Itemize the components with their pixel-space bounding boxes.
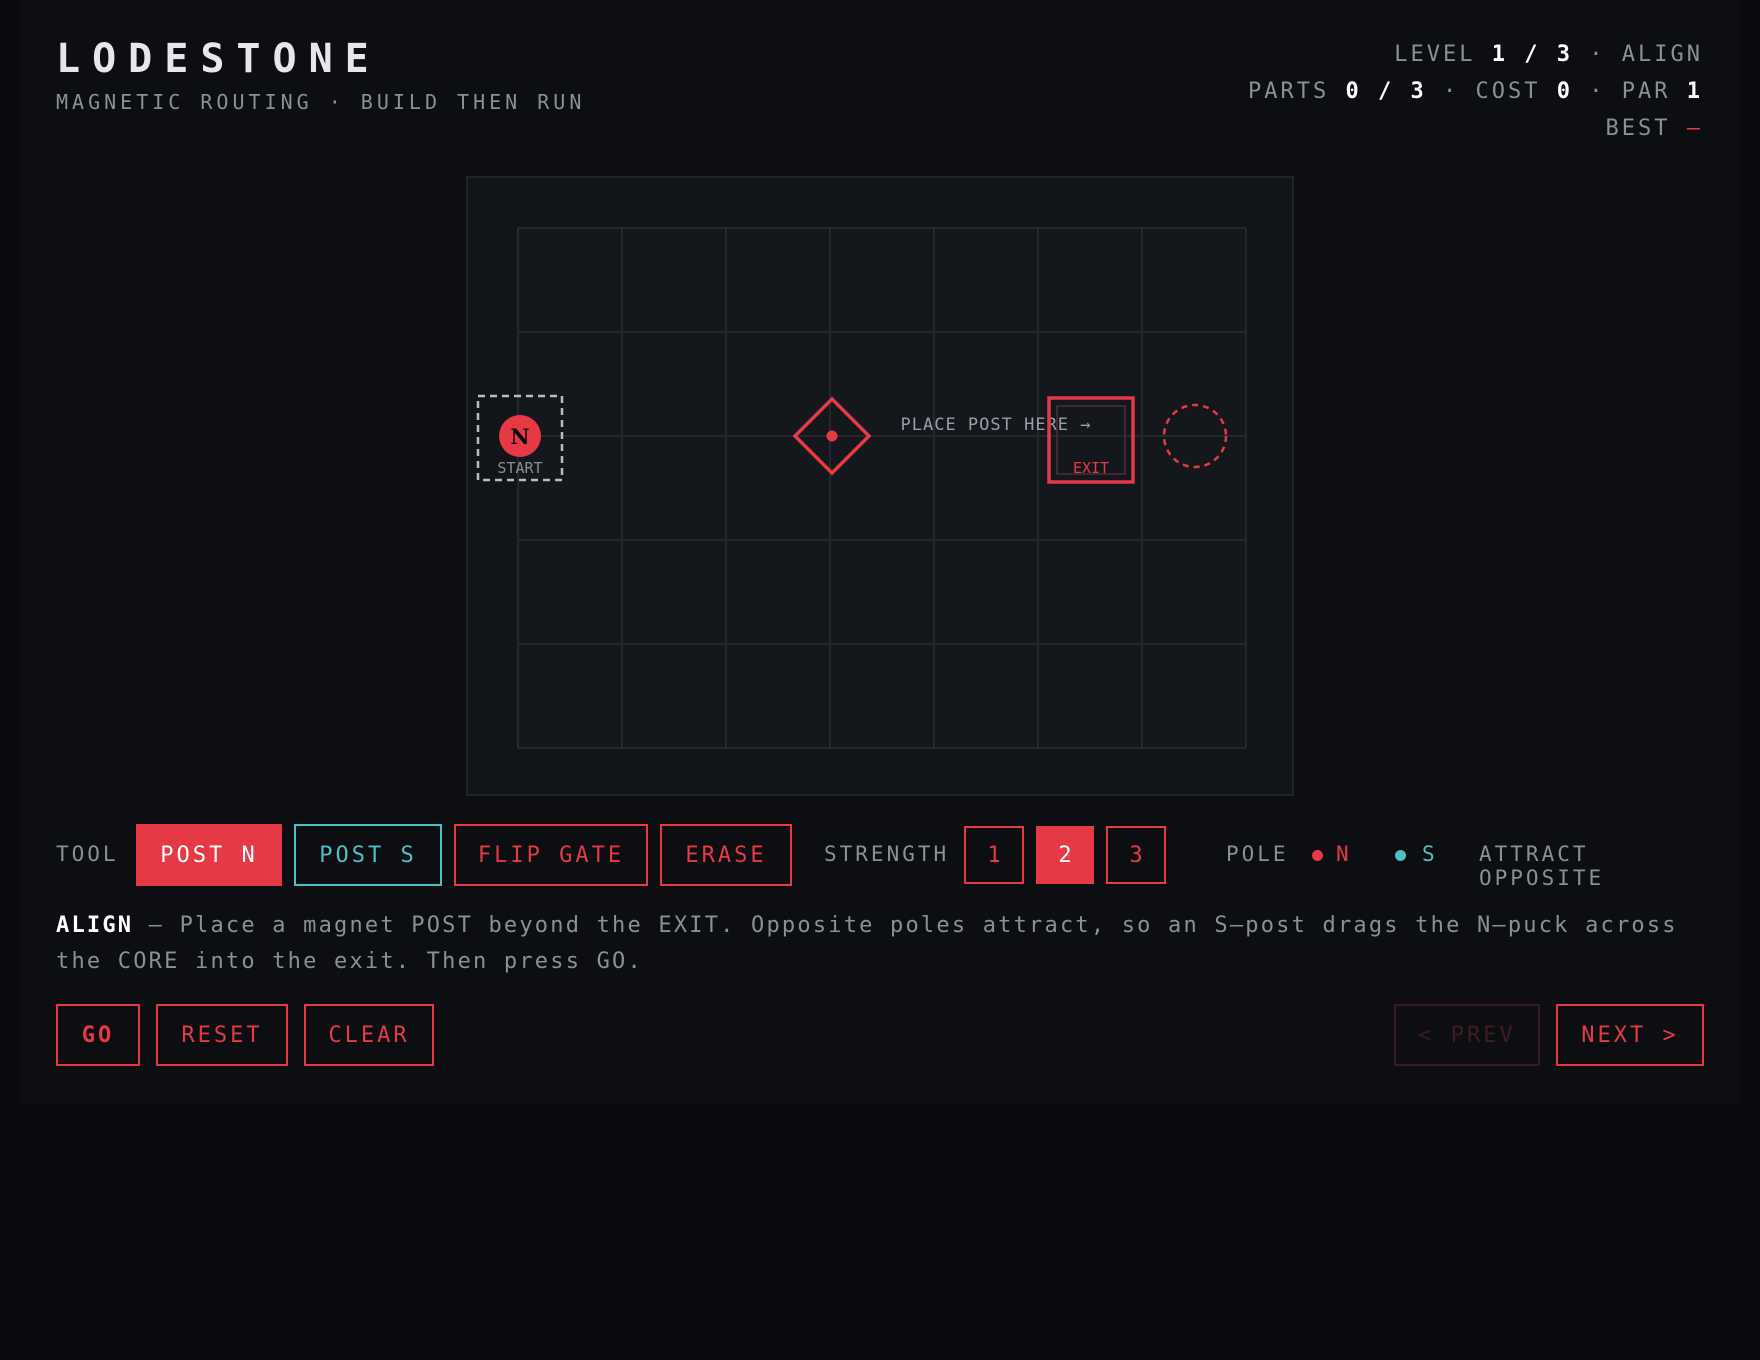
start-label: START [497, 459, 542, 477]
puck-label: N [510, 424, 529, 449]
grid-cell[interactable] [934, 540, 1038, 644]
cost-value: 0 [1556, 79, 1573, 104]
tool-post-s-button[interactable]: POST S [294, 824, 442, 886]
separator: · [1443, 79, 1460, 104]
grid-cell[interactable] [830, 644, 934, 748]
grid-cell[interactable] [726, 228, 830, 332]
strength-label: STRENGTH [824, 842, 950, 866]
tool-label: TOOL [56, 842, 119, 866]
grid-cell[interactable] [830, 540, 934, 644]
grid-cell[interactable] [622, 332, 726, 436]
level-value: 1 / 3 [1491, 42, 1574, 67]
pole-s-dot-icon [1395, 850, 1406, 861]
level-description: ALIGN — Place a magnet POST beyond the E… [56, 908, 1704, 980]
tool-bar: TOOL POST N POST S FLIP GATE ERASE STREN… [56, 824, 1704, 890]
grid-cell[interactable] [1142, 540, 1246, 644]
cost-label: COST [1475, 79, 1541, 104]
description-text: — Place a magnet POST beyond the EXIT. O… [56, 913, 1678, 974]
description-level-name: ALIGN [56, 913, 134, 938]
grid-cell[interactable] [1038, 228, 1142, 332]
level-name: ALIGN [1621, 42, 1703, 67]
strength-2-button[interactable]: 2 [1036, 826, 1094, 884]
grid-cell[interactable] [726, 540, 830, 644]
grid-cell[interactable] [1142, 332, 1246, 436]
par-label: PAR [1621, 79, 1671, 104]
stats-panel: LEVEL 1 / 3 · ALIGN PARTS 0 / 3 · COST 0… [1248, 36, 1703, 147]
best-label: BEST [1605, 116, 1671, 141]
best-row: BEST — [1248, 110, 1703, 147]
grid-cell[interactable] [830, 436, 934, 540]
grid-cell[interactable] [726, 644, 830, 748]
grid-cell[interactable] [1038, 540, 1142, 644]
separator: · [1589, 42, 1606, 67]
place-post-hint: PLACE POST HERE → [901, 415, 1092, 435]
tool-erase-button[interactable]: ERASE [660, 824, 792, 886]
grid-cell[interactable] [1038, 644, 1142, 748]
grid-cell[interactable] [1142, 436, 1246, 540]
par-value: 1 [1686, 79, 1703, 104]
next-button[interactable]: NEXT > [1556, 1004, 1704, 1066]
grid-cell[interactable] [1142, 644, 1246, 748]
strength-1-button[interactable]: 1 [964, 826, 1024, 884]
grid-cell[interactable] [1038, 436, 1142, 540]
pole-s-label: S [1422, 842, 1438, 866]
level-label: LEVEL [1394, 42, 1476, 67]
go-button[interactable]: GO [56, 1004, 140, 1066]
grid-cell[interactable] [622, 436, 726, 540]
grid-cell[interactable] [934, 228, 1038, 332]
separator: · [1589, 79, 1606, 104]
grid-cell[interactable] [518, 644, 622, 748]
grid-cell[interactable] [622, 540, 726, 644]
pole-label: POLE [1226, 842, 1289, 866]
grid-cell[interactable] [934, 436, 1038, 540]
game-title: LODESTONE [56, 36, 381, 82]
parts-row: PARTS 0 / 3 · COST 0 · PAR 1 [1248, 73, 1703, 110]
board-svg: PLACE POST HERE → N START EXIT [476, 227, 1247, 749]
tool-flip-gate-button[interactable]: FLIP GATE [454, 824, 648, 886]
strength-3-button[interactable]: 3 [1106, 826, 1166, 884]
best-value: — [1686, 116, 1703, 141]
game-board: PLACE POST HERE → N START EXIT [466, 176, 1294, 796]
grid-cell[interactable] [1142, 228, 1246, 332]
pole-n-dot-icon [1312, 850, 1323, 861]
tool-post-n-button[interactable]: POST N [136, 824, 282, 886]
parts-value: 0 / 3 [1345, 79, 1427, 104]
grid-cell[interactable] [934, 644, 1038, 748]
reset-button[interactable]: RESET [156, 1004, 288, 1066]
core-dot [826, 430, 838, 442]
grid-cell[interactable] [830, 228, 934, 332]
grid-cell[interactable] [622, 644, 726, 748]
pole-n-label: N [1336, 842, 1352, 866]
grid-cell[interactable] [622, 228, 726, 332]
exit-label: EXIT [1073, 459, 1109, 477]
parts-label: PARTS [1248, 79, 1330, 104]
grid-cell[interactable] [518, 228, 622, 332]
action-bar: GO RESET CLEAR < PREV NEXT > [56, 1004, 1704, 1066]
clear-button[interactable]: CLEAR [304, 1004, 434, 1066]
prev-button[interactable]: < PREV [1394, 1004, 1540, 1066]
grid-cell[interactable] [726, 332, 830, 436]
level-row: LEVEL 1 / 3 · ALIGN [1248, 36, 1703, 73]
grid-cell[interactable] [518, 540, 622, 644]
game-subtitle: MAGNETIC ROUTING · BUILD THEN RUN [56, 90, 586, 114]
attract-opposite-label: ATTRACT OPPOSITE [1479, 842, 1605, 890]
grid-cell[interactable] [726, 436, 830, 540]
